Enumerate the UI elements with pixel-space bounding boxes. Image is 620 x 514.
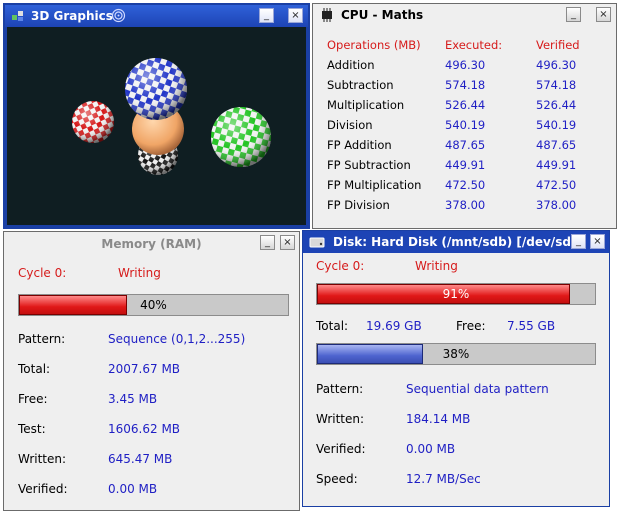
table-row: FP Subtraction 449.91 449.91: [327, 158, 607, 178]
op-verified: 540.19: [536, 118, 577, 132]
op-executed: 526.44: [445, 98, 486, 112]
memory-written-value: 645.47 MB: [108, 452, 173, 466]
disk-titlebar[interactable]: Disk: Hard Disk (/mnt/sdb) [/dev/sdb _ ×: [303, 231, 609, 253]
disk-written-value: 184.14 MB: [406, 412, 471, 426]
op-executed: 574.18: [445, 78, 486, 92]
memory-minimize-button[interactable]: _: [260, 235, 275, 250]
op-executed: 472.50: [445, 178, 486, 192]
app-icon: [11, 9, 25, 23]
disk-title: Disk: Hard Disk (/mnt/sdb) [/dev/sdb: [333, 235, 580, 249]
header-verified: Verified: [536, 38, 580, 52]
memory-title: Memory (RAM): [101, 237, 202, 251]
op-executed: 378.00: [445, 198, 486, 212]
op-name: Subtraction: [327, 78, 394, 92]
header-operations: Operations (MB): [327, 38, 421, 52]
disk-cycle-label: Cycle 0:: [316, 259, 365, 273]
op-name: FP Addition: [327, 138, 392, 152]
graphics-titlebar[interactable]: 3D Graphics _ ×: [5, 5, 308, 27]
op-verified: 378.00: [536, 198, 577, 212]
cpu-close-button[interactable]: ×: [596, 7, 611, 22]
sphere-red: [72, 101, 114, 143]
graphics-close-button[interactable]: ×: [288, 8, 303, 23]
disk-total-value: 19.69 GB: [366, 319, 422, 333]
spiral-icon: [111, 8, 126, 23]
table-row: FP Division 378.00 378.00: [327, 198, 607, 218]
cpu-minimize-button[interactable]: _: [566, 7, 581, 22]
table-row: FP Multiplication 472.50 472.50: [327, 178, 607, 198]
cpu-titlebar[interactable]: CPU - Maths _ ×: [313, 4, 616, 28]
memory-pattern-label: Pattern:: [18, 332, 66, 346]
disk-speed-label: Speed:: [316, 472, 358, 486]
disk-free-label: Free:: [456, 319, 486, 333]
op-name: FP Subtraction: [327, 158, 411, 172]
memory-verified-label: Verified:: [18, 482, 68, 496]
spheres-scene: [72, 58, 271, 175]
op-name: FP Multiplication: [327, 178, 422, 192]
op-name: FP Division: [327, 198, 390, 212]
op-verified: 472.50: [536, 178, 577, 192]
disk-icon: [309, 235, 325, 249]
disk-progress-bar: 91%: [316, 283, 596, 305]
memory-test-value: 1606.62 MB: [108, 422, 181, 436]
disk-speed-value: 12.7 MB/Sec: [406, 472, 481, 486]
memory-test-label: Test:: [18, 422, 46, 436]
disk-progress-text: 91%: [442, 287, 470, 301]
op-verified: 496.30: [536, 58, 577, 72]
cpu-window: CPU - Maths _ × Operations (MB) Executed…: [312, 3, 617, 229]
graphics-window: 3D Graphics _ ×: [3, 3, 310, 229]
memory-verified-value: 0.00 MB: [108, 482, 158, 496]
disk-usage-text: 38%: [442, 347, 470, 361]
memory-cycle-status: Writing: [118, 266, 161, 280]
header-executed: Executed:: [445, 38, 503, 52]
table-row: Addition 496.30 496.30: [327, 58, 607, 78]
op-verified: 574.18: [536, 78, 577, 92]
disk-verified-value: 0.00 MB: [406, 442, 456, 456]
op-name: Addition: [327, 58, 375, 72]
sphere-green: [211, 107, 271, 167]
disk-pattern-value: Sequential data pattern: [406, 382, 549, 396]
disk-pattern-label: Pattern:: [316, 382, 364, 396]
disk-written-label: Written:: [316, 412, 365, 426]
chip-icon: [319, 8, 335, 22]
memory-titlebar[interactable]: Memory (RAM) _ ×: [4, 232, 299, 256]
memory-pattern-value: Sequence (0,1,2...255): [108, 332, 246, 346]
table-row: Subtraction 574.18 574.18: [327, 78, 607, 98]
graphics-minimize-button[interactable]: _: [259, 8, 274, 23]
op-executed: 496.30: [445, 58, 486, 72]
op-executed: 487.65: [445, 138, 486, 152]
op-executed: 449.91: [445, 158, 486, 172]
table-row: FP Addition 487.65 487.65: [327, 138, 607, 158]
disk-close-button[interactable]: ×: [590, 234, 605, 249]
memory-free-label: Free:: [18, 392, 48, 406]
memory-progress-text: 40%: [140, 298, 167, 312]
disk-cycle-status: Writing: [415, 259, 458, 273]
memory-cycle-label: Cycle 0:: [18, 266, 67, 280]
disk-usage-bar: 38%: [316, 343, 596, 365]
memory-progress-bar: 40%: [18, 294, 289, 316]
memory-total-label: Total:: [18, 362, 51, 376]
cpu-table-header: Operations (MB) Executed: Verified: [327, 38, 607, 58]
graphics-title: 3D Graphics: [31, 9, 113, 23]
memory-close-button[interactable]: ×: [280, 235, 295, 250]
disk-minimize-button[interactable]: _: [571, 234, 586, 249]
graphics-canvas: [7, 27, 306, 225]
op-name: Multiplication: [327, 98, 405, 112]
disk-window: Disk: Hard Disk (/mnt/sdb) [/dev/sdb _ ×…: [302, 230, 610, 507]
op-executed: 540.19: [445, 118, 486, 132]
op-verified: 526.44: [536, 98, 577, 112]
disk-total-label: Total:: [316, 319, 349, 333]
op-verified: 449.91: [536, 158, 577, 172]
memory-total-value: 2007.67 MB: [108, 362, 181, 376]
disk-free-value: 7.55 GB: [507, 319, 556, 333]
memory-free-value: 3.45 MB: [108, 392, 158, 406]
table-row: Division 540.19 540.19: [327, 118, 607, 138]
op-name: Division: [327, 118, 373, 132]
memory-window: Memory (RAM) _ × Cycle 0: Writing 40% Pa…: [3, 231, 300, 511]
cpu-title: CPU - Maths: [341, 8, 424, 22]
table-row: Multiplication 526.44 526.44: [327, 98, 607, 118]
disk-verified-label: Verified:: [316, 442, 366, 456]
op-verified: 487.65: [536, 138, 577, 152]
memory-written-label: Written:: [18, 452, 67, 466]
sphere-blue: [125, 58, 187, 120]
